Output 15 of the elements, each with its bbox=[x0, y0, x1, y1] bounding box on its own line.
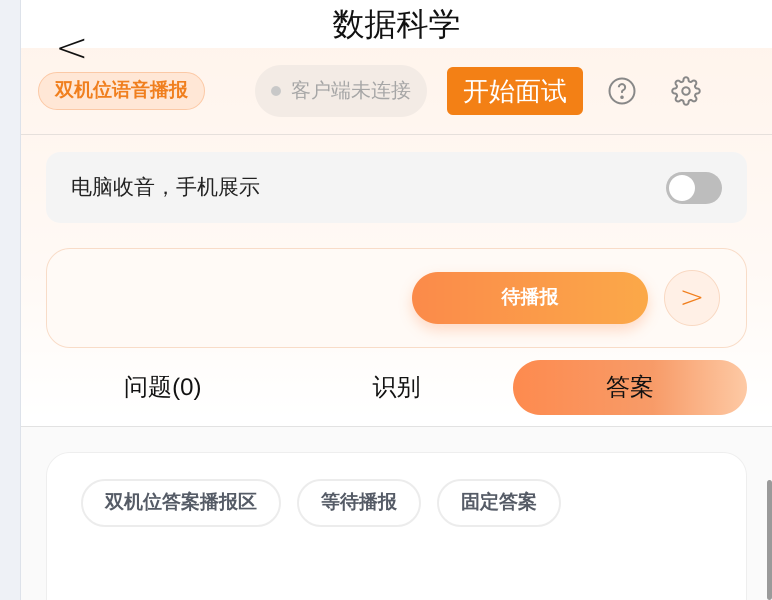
tag: 等待播报 bbox=[297, 479, 421, 527]
toggle-switch[interactable] bbox=[666, 172, 722, 204]
tag: 固定答案 bbox=[437, 479, 561, 527]
settings-icon[interactable] bbox=[671, 76, 701, 106]
tab[interactable]: 答案 bbox=[513, 360, 748, 415]
tab[interactable]: 识别 bbox=[280, 360, 514, 415]
scrollbar[interactable] bbox=[767, 480, 772, 600]
help-icon[interactable] bbox=[607, 76, 637, 106]
mode-badge: 双机位语音播报 bbox=[38, 72, 205, 110]
page-title: 数据科学 bbox=[332, 5, 460, 44]
toggle-label: 电脑收音，手机展示 bbox=[71, 174, 260, 201]
status-label: 客户端未连接 bbox=[291, 79, 411, 104]
tag: 双机位答案播报区 bbox=[81, 479, 281, 527]
tab[interactable]: 问题(0) bbox=[46, 360, 280, 415]
back-button[interactable]: < bbox=[55, 28, 89, 68]
